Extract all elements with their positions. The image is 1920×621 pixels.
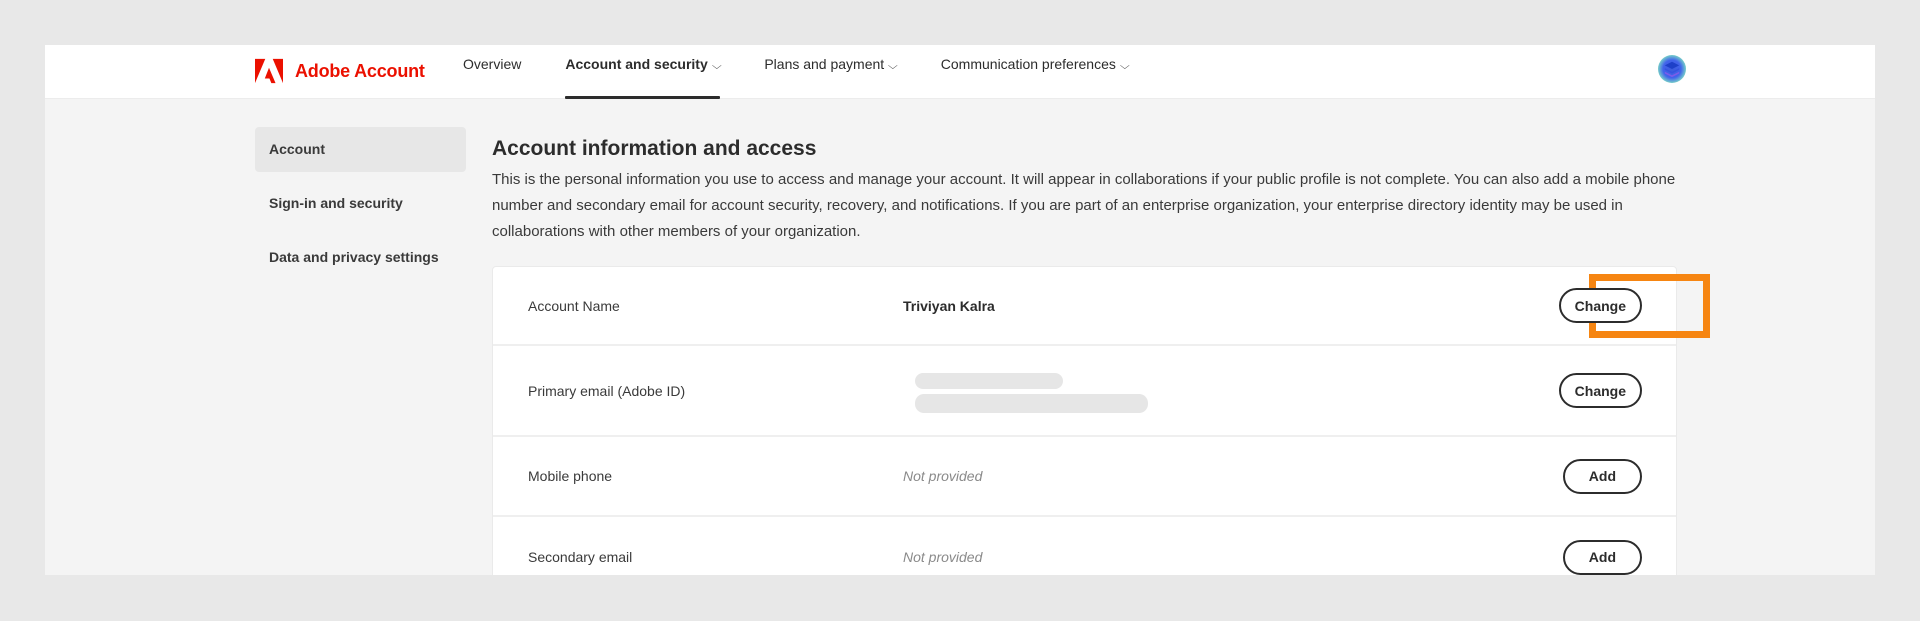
page-title: Account information and access: [492, 137, 817, 160]
account-name-label: Account Name: [528, 297, 620, 314]
nav-communication-preferences-label: Communication preferences: [940, 56, 1116, 72]
sidebar-item-data-and-privacy-settings[interactable]: Data and privacy settings: [255, 235, 466, 280]
browser-viewport: Adobe Account Overview Account and secur…: [45, 45, 1875, 575]
mobile-phone-row: Mobile phone Not provided Add: [493, 437, 1676, 517]
add-secondary-email-button[interactable]: Add: [1562, 539, 1642, 575]
change-primary-email-button[interactable]: Change: [1558, 373, 1642, 408]
nav-plans-and-payment[interactable]: Plans and payment ⌵: [764, 45, 898, 99]
account-name-row: Account Name Triviyan Kalra Change: [493, 267, 1710, 346]
adobe-account-logo[interactable]: Adobe Account: [255, 51, 425, 91]
nav-account-and-security[interactable]: Account and security ⌵: [565, 45, 722, 99]
mobile-phone-value: Not provided: [903, 468, 983, 484]
primary-email-label: Primary email (Adobe ID): [528, 382, 686, 399]
nav-communication-preferences[interactable]: Communication preferences ⌵: [940, 45, 1130, 99]
sidebar: Account Sign-in and security Data and pr…: [255, 127, 466, 289]
secondary-email-label: Secondary email: [528, 549, 633, 565]
adobe-logo-icon: [255, 58, 283, 84]
sidebar-item-sign-in-and-security[interactable]: Sign-in and security: [255, 181, 466, 226]
add-mobile-phone-button[interactable]: Add: [1562, 458, 1642, 494]
nav-account-and-security-label: Account and security: [565, 56, 708, 72]
chevron-down-icon: ⌵: [711, 61, 722, 72]
primary-email-redacted: [915, 373, 1148, 413]
secondary-email-value: Not provided: [903, 549, 983, 565]
top-header: Adobe Account Overview Account and secur…: [45, 45, 1875, 99]
nav-overview-label: Overview: [463, 56, 522, 72]
chevron-down-icon: ⌵: [888, 61, 898, 72]
chevron-down-icon: ⌵: [1119, 61, 1130, 72]
main-nav: Overview Account and security ⌵ Plans and…: [463, 45, 1172, 99]
nav-overview[interactable]: Overview: [463, 45, 521, 99]
user-avatar[interactable]: [1658, 55, 1686, 83]
redacted-bar: [915, 394, 1148, 413]
change-account-name-button[interactable]: Change: [1558, 288, 1642, 323]
redacted-bar: [915, 373, 1063, 389]
secondary-email-row: Secondary email Not provided Add: [493, 517, 1676, 575]
brand-name: Adobe Account: [295, 60, 425, 81]
account-name-value: Triviyan Kalra: [903, 297, 995, 314]
layers-stack-icon: [1664, 61, 1680, 78]
mobile-phone-label: Mobile phone: [528, 468, 613, 484]
page-description: This is the personal information you use…: [492, 171, 1676, 240]
sidebar-item-account[interactable]: Account: [255, 127, 466, 172]
main-content: Account information and access This is t…: [492, 135, 1722, 245]
nav-plans-and-payment-label: Plans and payment: [764, 56, 885, 72]
account-info-card: Account Name Triviyan Kalra Change Prima…: [492, 266, 1710, 575]
primary-email-row: Primary email (Adobe ID) Change: [493, 346, 1676, 437]
